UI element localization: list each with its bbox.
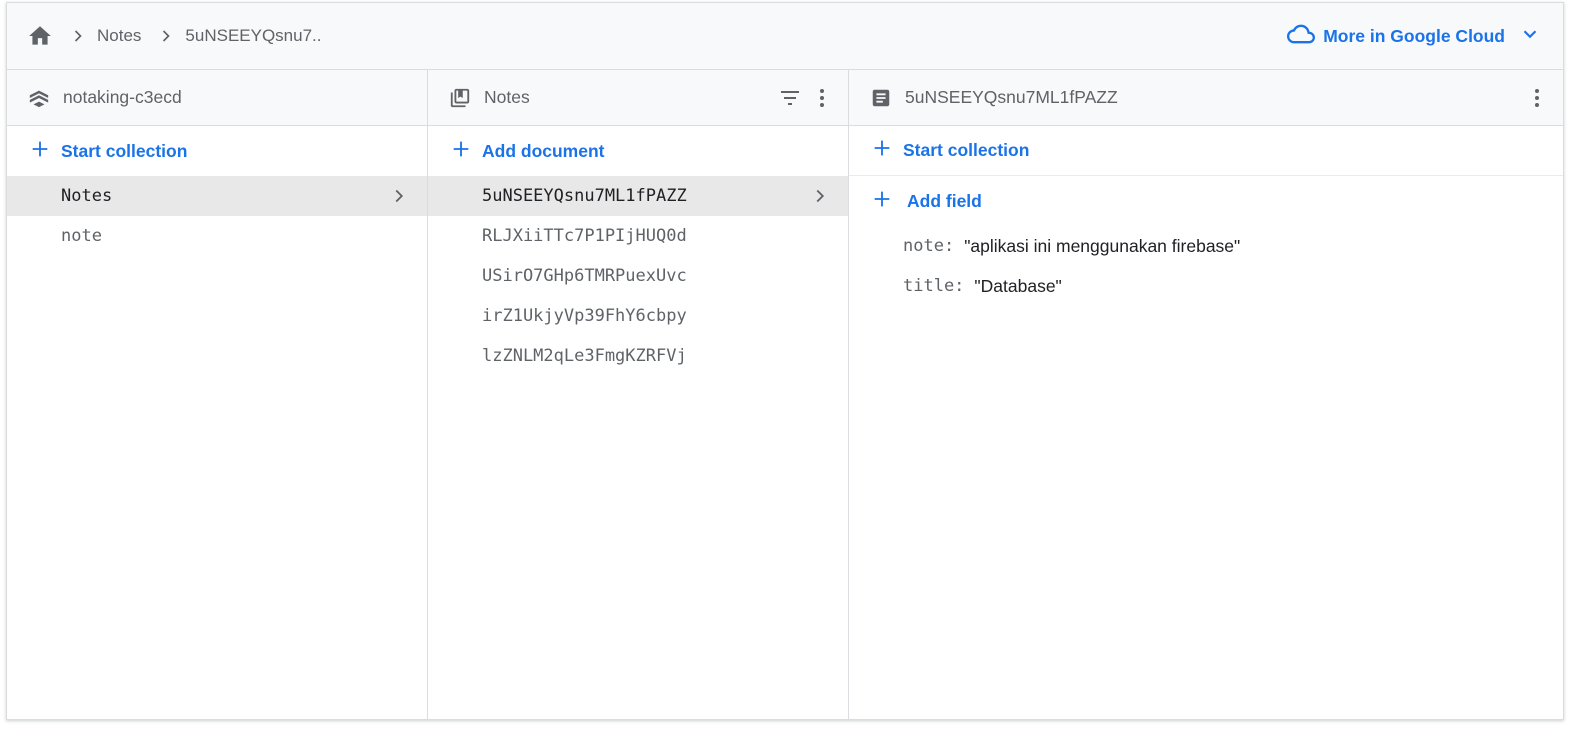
- field-row-note[interactable]: note: "aplikasi ini menggunakan firebase…: [849, 226, 1563, 266]
- add-document-button[interactable]: Add document: [428, 126, 848, 176]
- field-value: "aplikasi ini menggunakan firebase": [964, 235, 1241, 256]
- field-key: title:: [903, 276, 965, 296]
- root-panel-header: notaking-c3ecd: [7, 70, 427, 126]
- filter-icon[interactable]: [774, 82, 806, 114]
- project-title: notaking-c3ecd: [63, 87, 182, 107]
- panels-container: notaking-c3ecd Start collection Notes no…: [7, 70, 1563, 719]
- add-field-button[interactable]: Add field: [849, 176, 1563, 226]
- collection-item-label: Notes: [61, 186, 113, 206]
- start-collection-button[interactable]: Start collection: [7, 126, 427, 176]
- breadcrumb-item-collection[interactable]: Notes: [97, 26, 141, 46]
- more-in-google-cloud-button[interactable]: More in Google Cloud: [1287, 3, 1541, 70]
- document-item[interactable]: irZ1UkjyVp39FhY6cbpy: [428, 296, 848, 336]
- chevron-right-icon: [808, 184, 832, 208]
- collection-header-actions: [774, 70, 838, 126]
- add-field-label: Add field: [907, 190, 982, 211]
- collection-panel: Notes Add document 5uNSEEYQsnu7ML1fPAZZ: [428, 70, 849, 719]
- document-item[interactable]: RLJXiiTTc7P1PIjHUQ0d: [428, 216, 848, 256]
- field-value: "Database": [974, 275, 1062, 296]
- cloud-icon: [1287, 20, 1316, 53]
- document-icon: [869, 86, 893, 110]
- field-key: note:: [903, 236, 955, 256]
- document-panel: 5uNSEEYQsnu7ML1fPAZZ Start collection Ad…: [849, 70, 1563, 719]
- plus-icon: [871, 188, 893, 215]
- document-item-label: USirO7GHp6TMRPuexUvc: [482, 266, 687, 286]
- top-bar: Notes 5uNSEEYQsnu7.. More in Google Clou…: [7, 3, 1563, 70]
- document-item[interactable]: USirO7GHp6TMRPuexUvc: [428, 256, 848, 296]
- start-collection-label: Start collection: [61, 140, 188, 161]
- more-vert-icon[interactable]: [1521, 82, 1553, 114]
- document-header-actions: [1521, 70, 1553, 126]
- home-icon[interactable]: [27, 23, 53, 49]
- firestore-database-icon: [27, 86, 51, 110]
- chevron-right-icon: [387, 184, 411, 208]
- collection-item-notes[interactable]: Notes: [7, 176, 427, 216]
- add-document-label: Add document: [482, 140, 605, 161]
- document-item-label: 5uNSEEYQsnu7ML1fPAZZ: [482, 186, 687, 206]
- field-row-title[interactable]: title: "Database": [849, 266, 1563, 306]
- document-panel-header: 5uNSEEYQsnu7ML1fPAZZ: [849, 70, 1563, 126]
- firestore-data-viewer: Notes 5uNSEEYQsnu7.. More in Google Clou…: [6, 2, 1564, 720]
- root-panel: notaking-c3ecd Start collection Notes no…: [7, 70, 428, 719]
- start-subcollection-button[interactable]: Start collection: [849, 126, 1563, 176]
- document-item[interactable]: lzZNLM2qLe3FmgKZRFVj: [428, 336, 848, 376]
- breadcrumb-item-document[interactable]: 5uNSEEYQsnu7..: [185, 26, 321, 46]
- document-item-label: lzZNLM2qLe3FmgKZRFVj: [482, 346, 687, 366]
- document-title: 5uNSEEYQsnu7ML1fPAZZ: [905, 87, 1118, 107]
- breadcrumb: Notes 5uNSEEYQsnu7..: [7, 3, 322, 69]
- document-item[interactable]: 5uNSEEYQsnu7ML1fPAZZ: [428, 176, 848, 216]
- chevron-down-icon: [1519, 23, 1541, 50]
- start-collection-label: Start collection: [903, 140, 1030, 160]
- plus-icon: [450, 138, 472, 165]
- document-item-label: RLJXiiTTc7P1PIjHUQ0d: [482, 226, 687, 246]
- collection-item-note[interactable]: note: [7, 216, 427, 256]
- more-vert-icon[interactable]: [806, 82, 838, 114]
- plus-icon: [871, 137, 893, 164]
- plus-icon: [29, 138, 51, 165]
- collection-title: Notes: [484, 87, 530, 107]
- more-in-google-cloud-label: More in Google Cloud: [1323, 26, 1505, 46]
- chevron-right-icon: [155, 25, 177, 47]
- chevron-right-icon: [67, 25, 89, 47]
- collection-icon: [448, 86, 472, 110]
- document-item-label: irZ1UkjyVp39FhY6cbpy: [482, 306, 687, 326]
- collection-panel-header: Notes: [428, 70, 848, 126]
- collection-item-label: note: [61, 226, 102, 246]
